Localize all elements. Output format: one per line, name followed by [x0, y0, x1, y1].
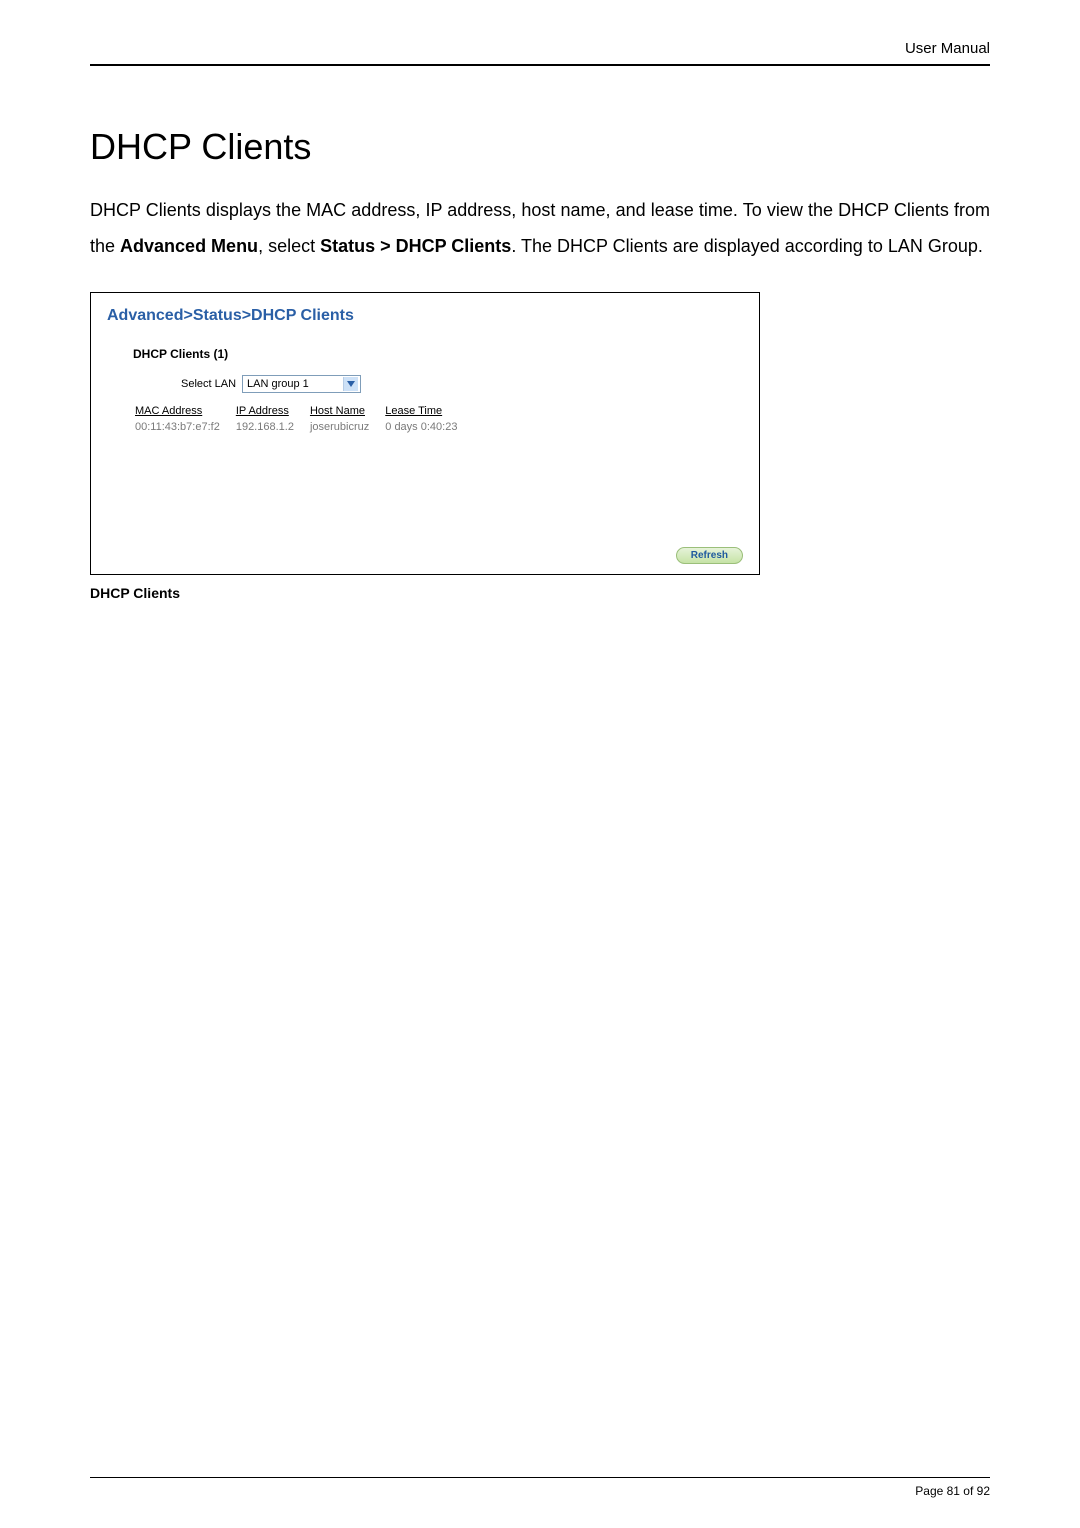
select-lan-value: LAN group 1	[245, 378, 343, 390]
select-lan-label: Select LAN	[181, 378, 236, 390]
table-header-row: MAC Address IP Address Host Name Lease T…	[133, 403, 471, 419]
para-bold-2: Status > DHCP Clients	[320, 236, 511, 256]
dhcp-clients-table: MAC Address IP Address Host Name Lease T…	[133, 403, 471, 435]
breadcrumb: Advanced>Status>DHCP Clients	[107, 307, 743, 325]
refresh-button[interactable]: Refresh	[676, 547, 743, 564]
cell-ip: 192.168.1.2	[234, 419, 308, 435]
para-bold-1: Advanced Menu	[120, 236, 258, 256]
header-label: User Manual	[905, 40, 990, 57]
col-mac: MAC Address	[133, 403, 234, 419]
refresh-row: Refresh	[107, 545, 743, 564]
page-title: DHCP Clients	[90, 126, 990, 168]
select-lan-row: Select LAN LAN group 1	[181, 375, 743, 393]
cell-host: joserubicruz	[308, 419, 383, 435]
dhcp-screenshot: Advanced>Status>DHCP Clients DHCP Client…	[90, 292, 760, 575]
para-text-2: , select	[258, 236, 320, 256]
col-ip: IP Address	[234, 403, 308, 419]
para-text-3: . The DHCP Clients are displayed accordi…	[511, 236, 983, 256]
col-host: Host Name	[308, 403, 383, 419]
intro-paragraph: DHCP Clients displays the MAC address, I…	[90, 192, 990, 264]
select-lan-dropdown[interactable]: LAN group 1	[242, 375, 361, 393]
dhcp-panel-title: DHCP Clients (1)	[133, 347, 743, 361]
page-number: Page 81 of 92	[915, 1484, 990, 1498]
footer: Page 81 of 92	[90, 1477, 990, 1498]
table-row: 00:11:43:b7:e7:f2 192.168.1.2 joserubicr…	[133, 419, 471, 435]
cell-mac: 00:11:43:b7:e7:f2	[133, 419, 234, 435]
figure-caption: DHCP Clients	[90, 585, 990, 601]
chevron-down-icon	[343, 377, 358, 391]
header-rule: User Manual	[90, 40, 990, 66]
cell-lease: 0 days 0:40:23	[383, 419, 471, 435]
col-lease: Lease Time	[383, 403, 471, 419]
